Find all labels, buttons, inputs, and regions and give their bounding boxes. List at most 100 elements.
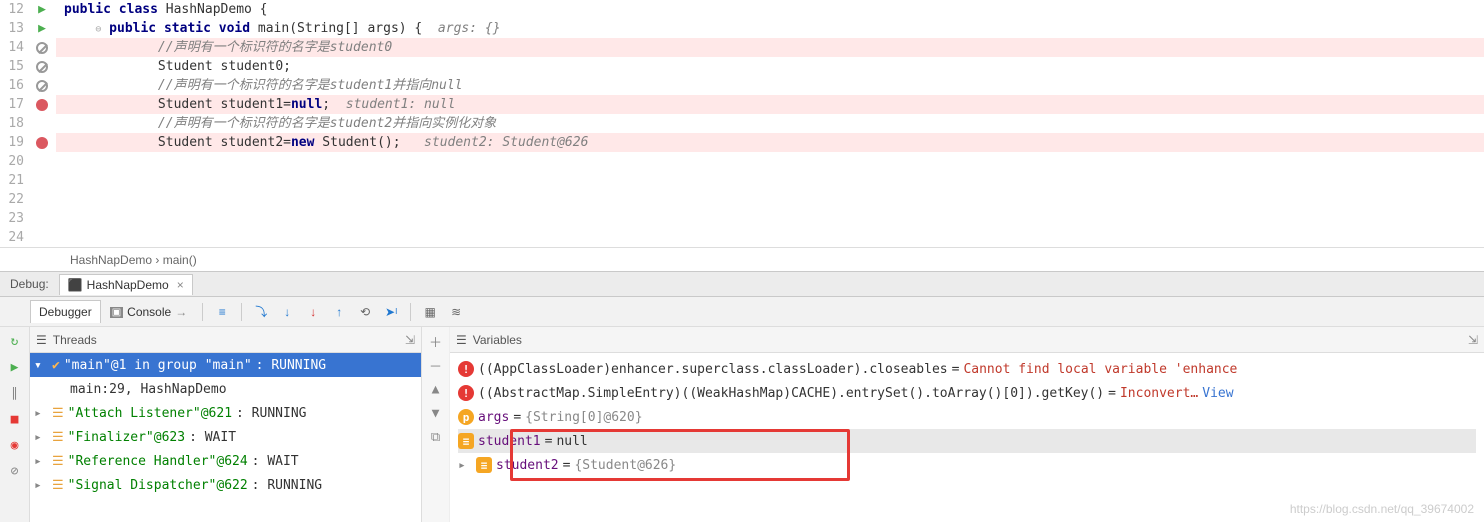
- variable-row[interactable]: ! ((AbstractMap.SimpleEntry)((WeakHashMa…: [458, 381, 1476, 405]
- variable-row[interactable]: ≡ student1 = null: [458, 429, 1476, 453]
- code-text: public static void: [109, 21, 258, 36]
- var-expr: ((AppClassLoader)enhancer.superclass.cla…: [478, 362, 948, 377]
- code-text: Student student0;: [158, 59, 291, 74]
- stack-frame[interactable]: main:29, HashNapDemo: [30, 377, 421, 401]
- variable-row[interactable]: p args = {String[0]@620}: [458, 405, 1476, 429]
- thread-row[interactable]: ▸ ☰ "Finalizer"@623: WAIT: [30, 425, 421, 449]
- threads-panel: ☰ Threads ⇲ ▾ ✔ "main"@1 in group "main"…: [30, 327, 422, 522]
- inline-hint: student1: null: [346, 97, 456, 112]
- var-name: student2: [496, 458, 559, 473]
- chevron-right-icon[interactable]: ▸: [458, 458, 472, 473]
- variable-row[interactable]: ▸ ≡ student2 = {Student@626}: [458, 453, 1476, 477]
- watermark: https://blog.csdn.net/qq_39674002: [1290, 502, 1474, 516]
- thread-name: "Attach Listener"@621: [68, 406, 232, 421]
- thread-row[interactable]: ▸ ☰ "Attach Listener"@621: RUNNING: [30, 401, 421, 425]
- variable-row[interactable]: ! ((AppClassLoader)enhancer.superclass.c…: [458, 357, 1476, 381]
- thread-icon: ☰: [52, 406, 64, 421]
- var-name: student1: [478, 434, 541, 449]
- breadcrumb-sep: ›: [152, 253, 163, 267]
- console-tab[interactable]: ▣Console →: [101, 300, 196, 323]
- code-text: public class: [64, 2, 166, 17]
- var-value: {Student@626}: [574, 458, 676, 473]
- step-over-icon[interactable]: ⤵: [248, 299, 274, 325]
- code-text: Student();: [314, 135, 400, 150]
- execution-toolbar: ↻ ▶ ∥ ■ ◉ ⊘: [0, 327, 30, 522]
- code-text: Student student1=: [158, 97, 291, 112]
- disabled-icon: [36, 80, 48, 92]
- chevron-right-icon[interactable]: ▸: [34, 478, 48, 493]
- panel-title: Threads: [53, 333, 97, 347]
- var-value: Inconvert…: [1120, 386, 1198, 401]
- step-out-icon[interactable]: ↑: [326, 299, 352, 325]
- threads-icon: ☰: [36, 333, 47, 347]
- field-icon: ≡: [476, 457, 492, 473]
- pause-icon[interactable]: ∥: [5, 383, 25, 403]
- remove-watch-icon[interactable]: －: [426, 355, 446, 375]
- drop-frame-icon[interactable]: ⟲: [352, 299, 378, 325]
- copy-icon[interactable]: ⧉: [426, 427, 446, 447]
- chevron-right-icon[interactable]: ▸: [34, 430, 48, 445]
- run-icon[interactable]: ▶: [38, 19, 46, 38]
- thread-state: : WAIT: [189, 430, 236, 445]
- disabled-icon: [36, 61, 48, 73]
- frame-text: main:29, HashNapDemo: [70, 382, 227, 397]
- panel-title: Variables: [473, 333, 522, 347]
- move-down-icon[interactable]: ▼: [426, 403, 446, 423]
- add-watch-icon[interactable]: ＋: [426, 331, 446, 351]
- debug-label: Debug:: [0, 277, 59, 291]
- console-icon: ▣: [110, 307, 123, 318]
- var-value: null: [556, 434, 587, 449]
- gutter-markers[interactable]: ▶ ▶: [28, 0, 56, 247]
- var-value: Cannot find local variable 'enhance: [963, 362, 1237, 377]
- thread-state: : WAIT: [252, 454, 299, 469]
- code-text: null: [291, 97, 322, 112]
- move-up-icon[interactable]: ▲: [426, 379, 446, 399]
- thread-row[interactable]: ▾ ✔ "main"@1 in group "main": RUNNING: [30, 353, 421, 377]
- stop-icon[interactable]: ■: [5, 409, 25, 429]
- line-number-gutter: 121314 151617 181920 212223 24: [0, 0, 28, 247]
- run-to-cursor-icon[interactable]: ➤I: [378, 299, 404, 325]
- param-icon: p: [458, 409, 474, 425]
- step-into-icon[interactable]: ↓: [274, 299, 300, 325]
- chevron-right-icon[interactable]: ▸: [34, 406, 48, 421]
- debug-toolwindow-header: Debug: ⬛ HashNapDemo ×: [0, 271, 1484, 297]
- view-link[interactable]: View: [1202, 386, 1233, 401]
- breakpoints-icon[interactable]: ◉: [5, 435, 25, 455]
- rerun-icon[interactable]: ↻: [5, 331, 25, 351]
- evaluate-icon[interactable]: ▦: [417, 299, 443, 325]
- debugger-tab[interactable]: Debugger: [30, 300, 101, 323]
- code-comment: //声明有一个标识符的名字是student0: [158, 40, 392, 55]
- vars-side-toolbar: ＋ － ▲ ▼ ⧉: [422, 327, 450, 522]
- thread-row[interactable]: ▸ ☰ "Reference Handler"@624: WAIT: [30, 449, 421, 473]
- panel-settings-icon[interactable]: ⇲: [405, 333, 415, 347]
- chevron-right-icon[interactable]: ▸: [34, 454, 48, 469]
- breakpoint-icon[interactable]: [36, 137, 48, 149]
- variables-icon: ☰: [456, 333, 467, 347]
- debug-toolbar: Debugger ▣Console → ≡ ⤵ ↓ ↓ ↑ ⟲ ➤I ▦ ≋: [0, 297, 1484, 327]
- code-area[interactable]: public class HashNapDemo { ⊖ public stat…: [56, 0, 1484, 247]
- panel-settings-icon[interactable]: ⇲: [1468, 333, 1478, 347]
- close-icon[interactable]: ×: [177, 278, 184, 292]
- show-execution-icon[interactable]: ≡: [209, 299, 235, 325]
- chevron-down-icon[interactable]: ▾: [34, 358, 48, 373]
- run-icon[interactable]: ▶: [38, 0, 46, 19]
- breadcrumb-item[interactable]: HashNapDemo: [70, 253, 152, 267]
- force-step-into-icon[interactable]: ↓: [300, 299, 326, 325]
- code-editor[interactable]: 121314 151617 181920 212223 24 ▶ ▶ publi…: [0, 0, 1484, 247]
- bug-icon: ⬛: [68, 278, 83, 292]
- resume-icon[interactable]: ▶: [5, 357, 25, 377]
- breakpoint-icon[interactable]: [36, 99, 48, 111]
- thread-state: : RUNNING: [252, 478, 322, 493]
- thread-row[interactable]: ▸ ☰ "Signal Dispatcher"@622: RUNNING: [30, 473, 421, 497]
- breadcrumb-item[interactable]: main(): [163, 253, 197, 267]
- fold-icon[interactable]: ⊖: [95, 24, 101, 35]
- mute-breakpoints-icon[interactable]: ⊘: [5, 461, 25, 481]
- breadcrumb[interactable]: HashNapDemo › main(): [0, 247, 1484, 271]
- var-value: {String[0]@620}: [525, 410, 642, 425]
- thread-icon: ☰: [52, 478, 64, 493]
- inline-hint: args: {}: [438, 21, 501, 36]
- code-comment: //声明有一个标识符的名字是student1并指向null: [158, 78, 463, 93]
- var-name: args: [478, 410, 509, 425]
- debug-session-tab[interactable]: ⬛ HashNapDemo ×: [59, 274, 193, 295]
- trace-icon[interactable]: ≋: [443, 299, 469, 325]
